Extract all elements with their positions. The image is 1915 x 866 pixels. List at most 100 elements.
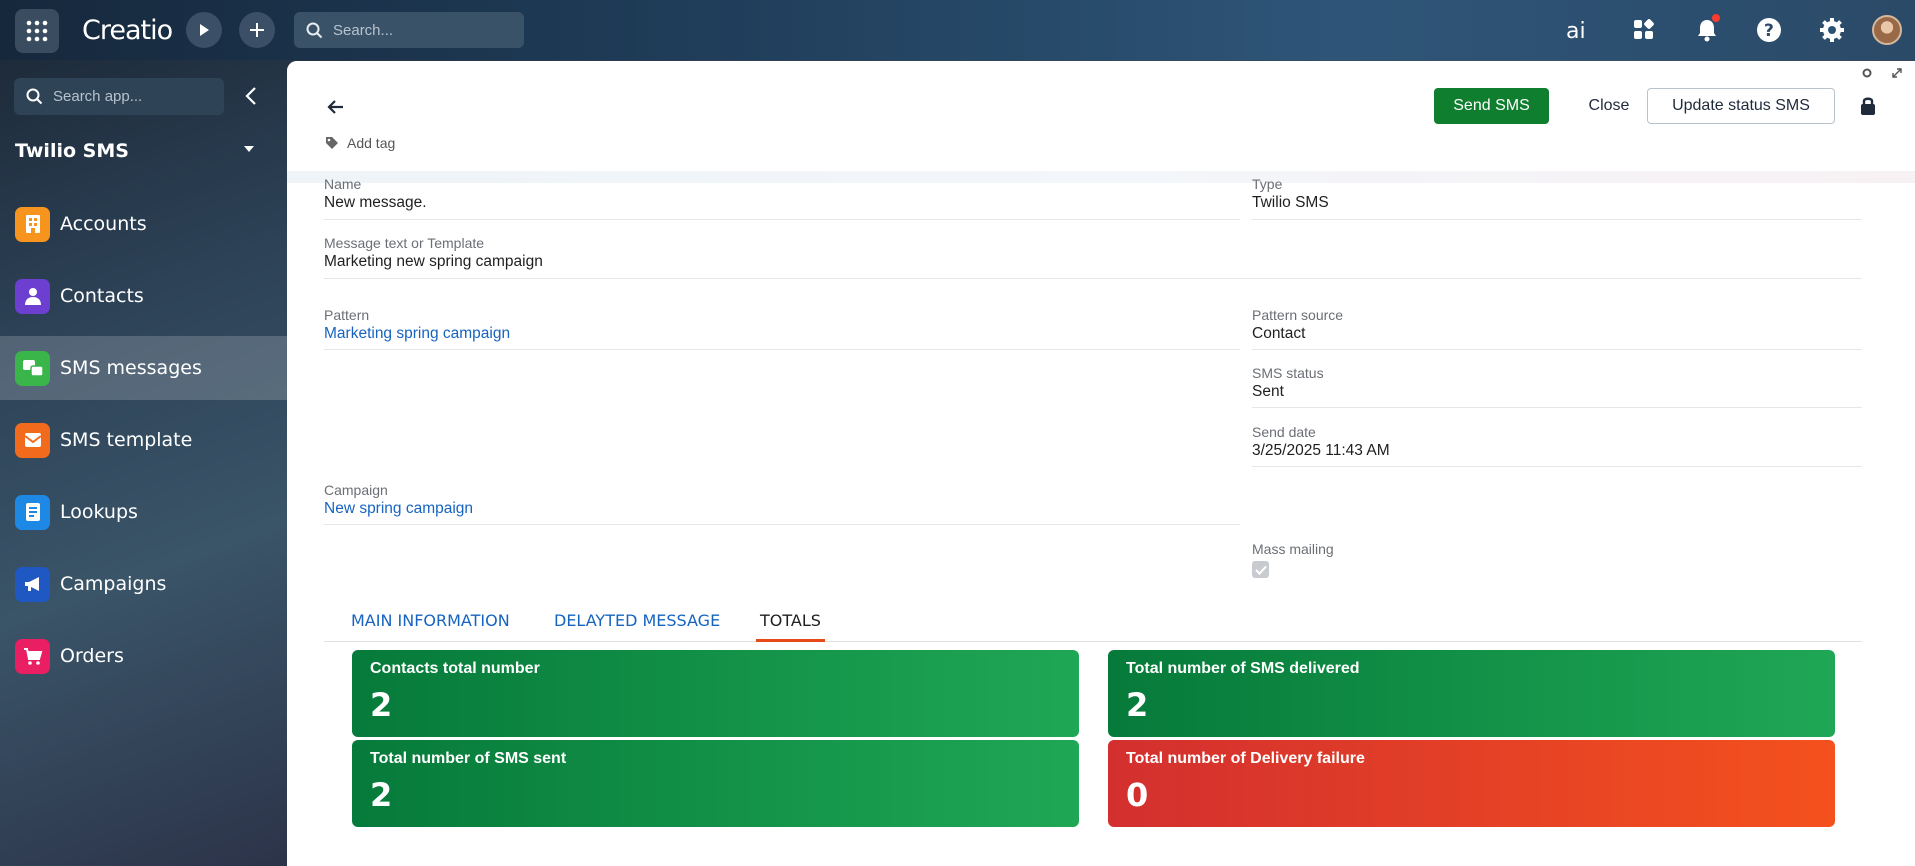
tag-icon xyxy=(326,137,338,149)
field-label: SMS status xyxy=(1252,365,1324,381)
person-icon xyxy=(15,278,50,314)
sidebar-item-label: Orders xyxy=(60,645,124,667)
field-value: Sent xyxy=(1252,383,1284,400)
add-tag-label: Add tag xyxy=(347,135,396,151)
sms-status-field[interactable]: SMS status Sent xyxy=(1252,364,1862,408)
gear-icon xyxy=(1820,18,1844,42)
sidebar-item-sms-messages[interactable]: SMS messages xyxy=(0,336,287,400)
field-value: New message. xyxy=(324,194,427,211)
cart-icon xyxy=(15,638,50,674)
field-label: Campaign xyxy=(324,482,388,498)
app-search-placeholder: Search app... xyxy=(53,88,143,105)
mass-mailing-field: Mass mailing xyxy=(1252,541,1334,578)
sms-icon xyxy=(15,350,50,386)
play-icon xyxy=(200,24,209,36)
plus-icon xyxy=(250,23,264,37)
pattern-link[interactable]: Marketing spring campaign xyxy=(324,324,1240,344)
field-label: Pattern xyxy=(324,307,370,323)
notification-dot xyxy=(1712,14,1720,22)
help-icon: ? xyxy=(1757,18,1781,42)
app-hub-button[interactable] xyxy=(1628,14,1660,46)
card-value: 2 xyxy=(1126,686,1149,724)
grid-icon xyxy=(26,20,48,42)
run-process-button[interactable] xyxy=(186,12,222,48)
list-icon xyxy=(15,494,50,530)
send-date-field[interactable]: Send date 3/25/2025 11:43 AM xyxy=(1252,423,1862,467)
app-grid-button[interactable] xyxy=(15,9,59,53)
add-tag-button[interactable]: Add tag xyxy=(325,135,395,151)
expand-icon[interactable] xyxy=(1891,67,1903,79)
sidebar-item-label: Campaigns xyxy=(60,573,167,595)
mass-mailing-checkbox[interactable] xyxy=(1252,561,1269,578)
sidebar-item-label: Lookups xyxy=(60,501,138,523)
template-icon xyxy=(15,422,50,458)
sidebar-item-accounts[interactable]: Accounts xyxy=(0,192,287,256)
add-button[interactable] xyxy=(239,12,275,48)
campaign-field[interactable]: Campaign New spring campaign xyxy=(324,481,1240,525)
pattern-field[interactable]: Pattern Marketing spring campaign xyxy=(324,306,1240,350)
gear-icon[interactable] xyxy=(1861,67,1873,79)
card-title: Total number of SMS delivered xyxy=(1126,660,1360,677)
chevron-left-icon xyxy=(245,87,256,105)
top-bar: Creatio Search... ai ? xyxy=(0,0,1915,60)
sidebar-item-campaigns[interactable]: Campaigns xyxy=(0,552,287,616)
field-label: Message text or Template xyxy=(324,235,485,251)
user-avatar[interactable] xyxy=(1872,15,1902,45)
record-header: Add tag Send SMS Close Update status SMS xyxy=(287,61,1915,183)
field-value: Marketing new spring campaign xyxy=(324,253,543,270)
tab-delayted-message[interactable]: DELAYTED MESSAGE xyxy=(554,611,720,642)
card-title: Total number of SMS sent xyxy=(370,750,567,767)
global-search-input[interactable]: Search... xyxy=(294,12,524,48)
field-value: Twilio SMS xyxy=(1252,194,1329,211)
sms-delivered-card: Total number of SMS delivered 2 xyxy=(1108,650,1835,737)
ai-button[interactable]: ai xyxy=(1565,14,1597,46)
sidebar-item-label: SMS template xyxy=(60,429,193,451)
name-field[interactable]: Name New message. xyxy=(324,175,1240,220)
field-value: Contact xyxy=(1252,325,1306,342)
sidebar-item-label: Contacts xyxy=(60,285,144,307)
detail-tabs: MAIN INFORMATION DELAYTED MESSAGE TOTALS xyxy=(324,599,1862,642)
campaign-link[interactable]: New spring campaign xyxy=(324,499,1240,519)
sidebar-item-sms-template[interactable]: SMS template xyxy=(0,408,287,472)
search-icon xyxy=(26,88,43,105)
apps-icon xyxy=(1634,19,1654,39)
sidebar: Search app... Twilio SMS Accounts Contac… xyxy=(0,60,287,866)
close-button[interactable]: Close xyxy=(1569,88,1649,124)
send-sms-button[interactable]: Send SMS xyxy=(1434,88,1549,124)
update-status-sms-button[interactable]: Update status SMS xyxy=(1647,88,1835,124)
svg-text:?: ? xyxy=(1764,21,1774,41)
message-text-field[interactable]: Message text or Template Marketing new s… xyxy=(324,234,1862,279)
megaphone-icon xyxy=(15,566,50,602)
collapse-sidebar-button[interactable] xyxy=(240,84,264,108)
chevron-down-icon[interactable] xyxy=(244,146,254,152)
type-field[interactable]: Type Twilio SMS xyxy=(1252,175,1862,220)
sidebar-item-lookups[interactable]: Lookups xyxy=(0,480,287,544)
tab-main-information[interactable]: MAIN INFORMATION xyxy=(351,611,510,642)
card-title: Total number of Delivery failure xyxy=(1126,750,1365,767)
field-label: Name xyxy=(324,176,362,192)
app-search-input[interactable]: Search app... xyxy=(14,78,224,115)
field-value: 3/25/2025 11:43 AM xyxy=(1252,442,1390,459)
building-icon xyxy=(15,206,50,242)
card-value: 0 xyxy=(1126,776,1149,814)
workspace-title[interactable]: Twilio SMS xyxy=(15,140,129,162)
settings-button[interactable] xyxy=(1816,14,1848,46)
search-placeholder: Search... xyxy=(333,21,394,39)
field-label: Send date xyxy=(1252,424,1316,440)
lock-icon[interactable] xyxy=(1859,96,1877,116)
delivery-failure-card: Total number of Delivery failure 0 xyxy=(1108,740,1835,827)
sidebar-item-contacts[interactable]: Contacts xyxy=(0,264,287,328)
card-value: 2 xyxy=(370,776,393,814)
card-title: Contacts total number xyxy=(370,660,540,677)
creatio-logo[interactable]: Creatio xyxy=(82,15,173,46)
back-button[interactable] xyxy=(323,94,349,120)
sms-sent-card: Total number of SMS sent 2 xyxy=(352,740,1079,827)
help-button[interactable]: ? xyxy=(1753,14,1785,46)
notifications-button[interactable] xyxy=(1691,14,1723,46)
search-icon xyxy=(306,22,323,38)
pattern-source-field[interactable]: Pattern source Contact xyxy=(1252,306,1862,350)
arrow-left-icon xyxy=(327,100,343,114)
svg-text:ai: ai xyxy=(1566,19,1586,42)
sidebar-item-orders[interactable]: Orders xyxy=(0,624,287,688)
tab-totals[interactable]: TOTALS xyxy=(756,611,825,642)
